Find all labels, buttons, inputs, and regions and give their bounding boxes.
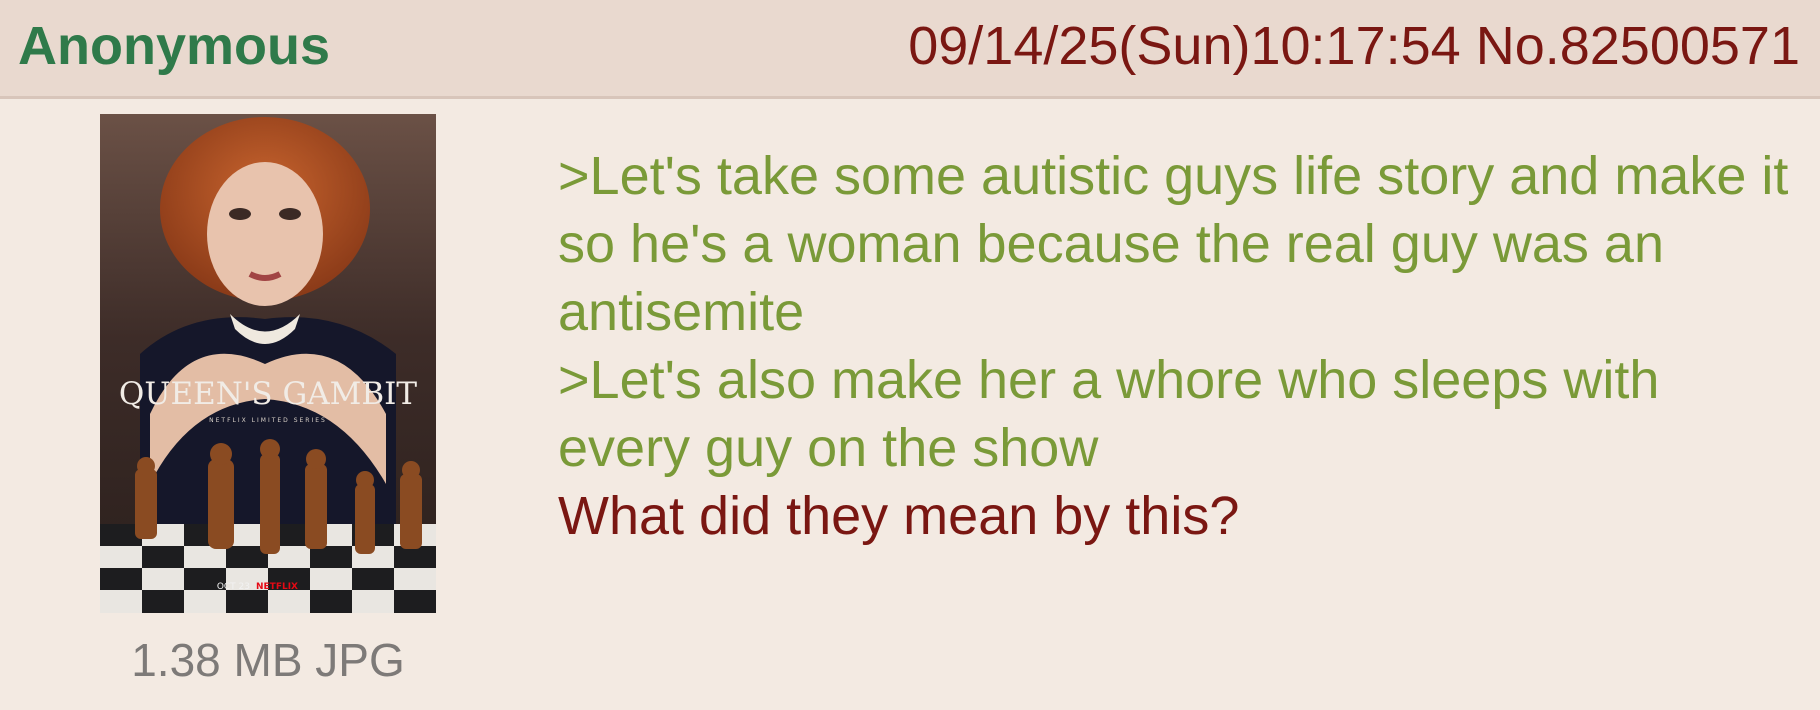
post-meta: 09/14/25(Sun)10:17:54 No.82500571 (908, 14, 1800, 78)
post-datetime: 09/14/25(Sun)10:17:54 (908, 16, 1461, 76)
post-body: >Let's take some autistic guys life stor… (558, 142, 1798, 550)
poster-date: OCT 23 (217, 582, 250, 592)
poster-title: QUEEN'S GAMBIT (119, 376, 417, 412)
poster-brand: NETFLIX (256, 582, 298, 592)
poster-subtitle: NETFLIX LIMITED SERIES (209, 417, 327, 424)
post-header: Anonymous 09/14/25(Sun)10:17:54 No.82500… (0, 0, 1820, 99)
post-number[interactable]: No.82500571 (1476, 16, 1800, 76)
post-image-thumbnail[interactable]: QUEEN'S GAMBIT NETFLIX LIMITED SERIES OC… (100, 114, 436, 613)
file-info: 1.38 MB JPG (131, 634, 405, 686)
poster-name: Anonymous (18, 16, 331, 76)
post-text-line: What did they mean by this? (558, 486, 1240, 546)
greentext-line: >Let's also make her a whore who sleeps … (558, 350, 1660, 478)
queens-gambit-poster-image: QUEEN'S GAMBIT NETFLIX LIMITED SERIES OC… (100, 114, 436, 613)
greentext-line: >Let's take some autistic guys life stor… (558, 146, 1789, 342)
